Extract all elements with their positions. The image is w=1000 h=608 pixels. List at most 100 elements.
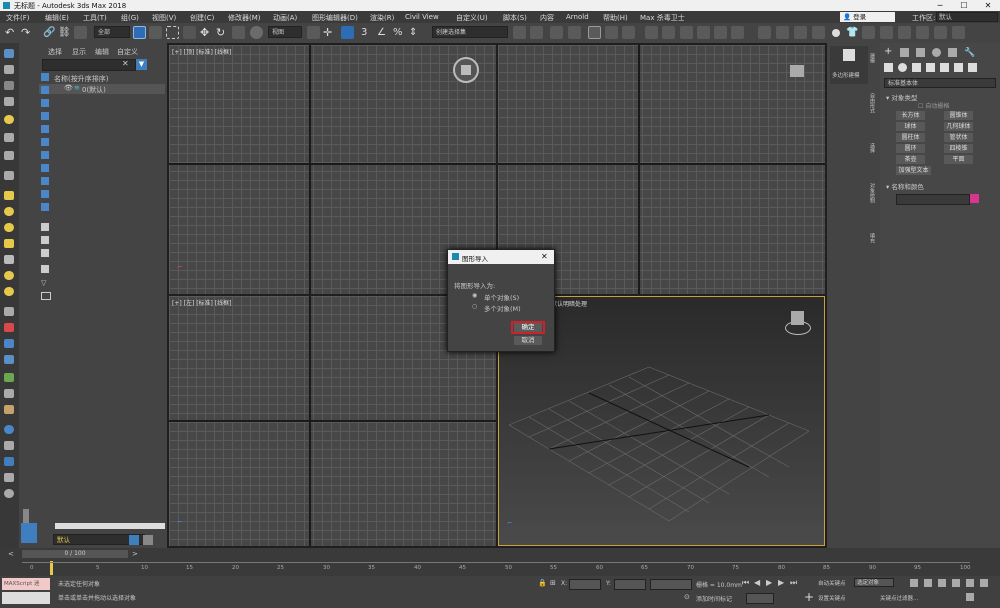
time-cursor[interactable]: [50, 561, 53, 575]
light-bulb-icon[interactable]: [4, 115, 14, 124]
y-coordinate-input[interactable]: [614, 579, 646, 590]
sun-icon[interactable]: [4, 271, 14, 280]
geometry-category-icon[interactable]: [884, 63, 893, 72]
geosphere-button[interactable]: 几何球体: [944, 122, 973, 131]
rotate-icon[interactable]: ↻: [216, 26, 229, 39]
clear-search-icon[interactable]: ✕: [122, 59, 129, 68]
lights-category-icon[interactable]: [912, 63, 921, 72]
menu-tools[interactable]: 工具(T): [83, 13, 107, 23]
box-button[interactable]: 长方体: [896, 111, 925, 120]
primitive-torus-icon[interactable]: [4, 239, 14, 248]
explorer-invert-icon[interactable]: [41, 249, 49, 257]
explorer-scroll-thumb[interactable]: [23, 509, 29, 523]
named-selection-set-dropdown[interactable]: 创建选择集: [432, 26, 508, 38]
lock-selection-icon[interactable]: 🔒: [538, 579, 547, 587]
globe-icon[interactable]: [4, 425, 14, 434]
menu-views[interactable]: 视图(V): [152, 13, 176, 23]
maximize-viewport-icon[interactable]: [966, 593, 974, 601]
cone-button[interactable]: 圆锥体: [944, 111, 973, 120]
z-coordinate-input[interactable]: [650, 579, 692, 590]
explorer-filter-cameras-icon[interactable]: [41, 112, 49, 120]
viewcube-icon[interactable]: [790, 65, 804, 77]
explorer-filter-xrefs-icon[interactable]: [41, 164, 49, 172]
cancel-button[interactable]: 取消: [514, 336, 542, 345]
select-object-icon[interactable]: [133, 26, 146, 39]
hierarchy-panel-icon[interactable]: [4, 81, 14, 90]
radio-multiple-objects[interactable]: ○ 多个对象(M): [472, 303, 542, 313]
create-tab-icon[interactable]: +: [884, 46, 892, 57]
viewcube-icon[interactable]: [791, 311, 804, 325]
explorer-tab-customize[interactable]: 自定义: [117, 47, 138, 57]
viewport-top-label[interactable]: [+] [顶] [标准] [线框]: [172, 47, 231, 56]
script-tool-icon[interactable]: [952, 26, 965, 39]
visibility-eye-icon[interactable]: 👁: [64, 84, 73, 92]
tube-button[interactable]: 管状体: [944, 133, 973, 142]
next-frame-icon[interactable]: ▶: [778, 578, 784, 587]
helpers-category-icon[interactable]: [940, 63, 949, 72]
explorer-filter-warps-icon[interactable]: [41, 138, 49, 146]
textplus-button[interactable]: 加强型文本: [896, 166, 931, 175]
bind-space-warp-icon[interactable]: [74, 26, 87, 39]
orbit-icon[interactable]: [980, 579, 988, 587]
sphere-button[interactable]: 球体: [896, 122, 925, 131]
select-by-name-icon[interactable]: [149, 26, 162, 39]
menu-graph-editors[interactable]: 图形编辑器(D): [312, 13, 358, 23]
menu-file[interactable]: 文件(F): [6, 13, 30, 23]
close-button[interactable]: ✕: [976, 0, 1000, 11]
explorer-filter-helpers-icon[interactable]: [41, 125, 49, 133]
explorer-select-none-icon[interactable]: [41, 236, 49, 244]
keyboard-shortcut-override-icon[interactable]: [341, 26, 354, 39]
zoom-all-icon[interactable]: [924, 579, 932, 587]
maxscript-listener[interactable]: MAXScript 迷: [2, 578, 50, 590]
unlink-icon[interactable]: ⛓: [58, 26, 71, 39]
viewcube-face-icon[interactable]: [461, 65, 471, 75]
rendered-frame-window-icon[interactable]: [680, 26, 693, 39]
pan-icon[interactable]: [966, 579, 974, 587]
selection-filter-dropdown[interactable]: 全部: [94, 26, 130, 38]
link-icon[interactable]: 🔗: [43, 26, 56, 39]
arnold-ipr-icon[interactable]: [776, 26, 789, 39]
helper-icon[interactable]: [4, 457, 14, 466]
align-icon[interactable]: [530, 26, 543, 39]
selected-object-dropdown[interactable]: 选定对象: [854, 578, 894, 587]
help-icon[interactable]: [4, 489, 14, 498]
time-slider[interactable]: 0 / 100: [22, 550, 128, 558]
undo-icon[interactable]: ↶: [5, 26, 18, 39]
x-coordinate-input[interactable]: [569, 579, 601, 590]
spinner-snap-icon[interactable]: ⇕: [409, 26, 422, 39]
field-of-view-icon[interactable]: [952, 579, 960, 587]
scale-icon[interactable]: [232, 26, 245, 39]
go-to-end-icon[interactable]: ⏭: [790, 578, 797, 588]
menu-animation[interactable]: 动画(A): [273, 13, 297, 23]
maxscript-input[interactable]: [2, 592, 50, 604]
primitive-cone-icon[interactable]: [4, 255, 14, 264]
go-to-start-icon[interactable]: ⏮: [742, 578, 749, 588]
motion-tab-icon[interactable]: [932, 48, 941, 57]
window-crossing-icon[interactable]: [183, 26, 196, 39]
viewport-left-label[interactable]: [+] [左] [标准] [线框]: [172, 298, 231, 307]
ok-button[interactable]: 确定: [514, 323, 542, 332]
display-tab-icon[interactable]: [948, 48, 957, 57]
snaps-toggle-icon[interactable]: 3: [361, 26, 374, 39]
menu-modifiers[interactable]: 修改器(M): [228, 13, 261, 23]
wall-icon[interactable]: [4, 405, 14, 414]
side-tab-object-paint[interactable]: 对象绘制: [869, 183, 876, 203]
set-key-button[interactable]: 设置关键点: [818, 594, 846, 602]
systems-category-icon[interactable]: [968, 63, 977, 72]
select-manipulate-icon[interactable]: ✛: [323, 26, 336, 39]
shapes-category-icon[interactable]: [898, 63, 907, 72]
angle-snap-icon[interactable]: ∠: [377, 26, 390, 39]
geosphere-icon[interactable]: [4, 287, 14, 296]
explorer-filter-lights-icon[interactable]: [41, 99, 49, 107]
add-time-tag-button[interactable]: 添加时间标记: [696, 594, 732, 603]
slider-prev-icon[interactable]: <: [8, 550, 14, 558]
redo-icon[interactable]: ↷: [21, 26, 34, 39]
motion-panel-icon[interactable]: [4, 97, 14, 106]
login-dropdown[interactable]: 👤 登录: [840, 12, 895, 22]
plane-button[interactable]: 平面: [944, 155, 973, 164]
scene-explorer-icon[interactable]: [550, 26, 563, 39]
stair-icon[interactable]: [4, 389, 14, 398]
a360-gallery-icon[interactable]: [731, 26, 744, 39]
menu-create[interactable]: 创建(C): [190, 13, 214, 23]
menu-customize[interactable]: 自定义(U): [456, 13, 488, 23]
